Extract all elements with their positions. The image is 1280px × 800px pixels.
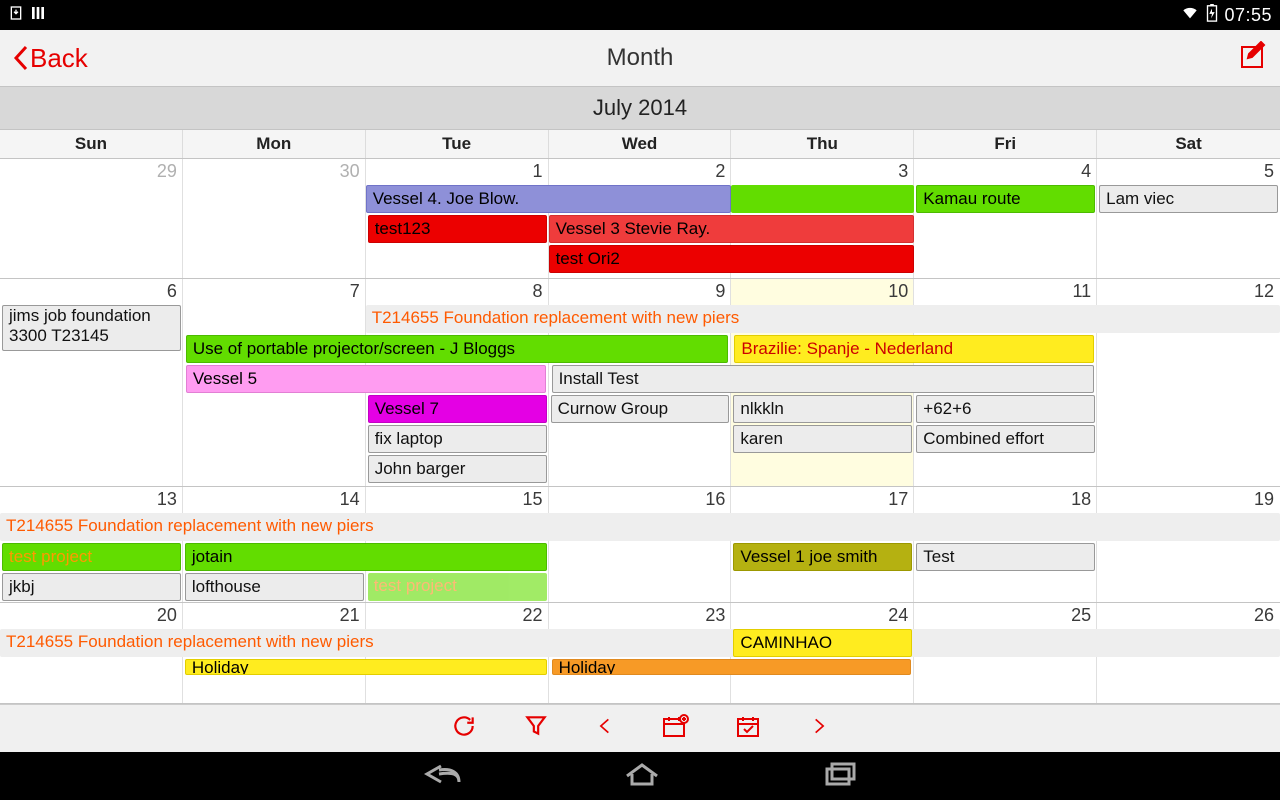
day-header-thu: Thu: [731, 130, 914, 158]
day-header-sun: Sun: [0, 130, 183, 158]
date-cell[interactable]: 16: [549, 487, 732, 510]
date-cell[interactable]: 30: [183, 159, 366, 182]
date-cell[interactable]: 3: [731, 159, 914, 182]
date-cell[interactable]: 2: [549, 159, 732, 182]
status-time: 07:55: [1224, 5, 1272, 26]
event[interactable]: test Ori2: [549, 245, 915, 273]
date-cell[interactable]: 18: [914, 487, 1097, 510]
date-cell[interactable]: 7: [183, 279, 366, 302]
date-cell[interactable]: 25: [914, 603, 1097, 626]
event[interactable]: jotain: [185, 543, 547, 571]
calendar-check-icon[interactable]: [735, 713, 763, 744]
event[interactable]: Curnow Group: [551, 395, 730, 423]
day-header-tue: Tue: [366, 130, 549, 158]
event[interactable]: Use of portable projector/screen - J Blo…: [186, 335, 729, 363]
event[interactable]: Holiday: [552, 659, 912, 675]
event[interactable]: [731, 185, 914, 213]
event[interactable]: Lam viec: [1099, 185, 1278, 213]
date-cell[interactable]: 22: [366, 603, 549, 626]
back-label: Back: [30, 43, 88, 74]
event[interactable]: karen: [733, 425, 912, 453]
date-cell[interactable]: 12: [1097, 279, 1280, 302]
date-cell[interactable]: 23: [549, 603, 732, 626]
date-cell[interactable]: 29: [0, 159, 183, 182]
event[interactable]: test123: [368, 215, 547, 243]
calendar-add-icon[interactable]: [661, 713, 689, 744]
event[interactable]: test project: [2, 543, 181, 571]
toolbar: [0, 704, 1280, 752]
day-header-sat: Sat: [1097, 130, 1280, 158]
date-cell[interactable]: 17: [731, 487, 914, 510]
date-cell[interactable]: 8: [366, 279, 549, 302]
event[interactable]: Vessel 1 joe smith: [733, 543, 912, 571]
event[interactable]: John barger: [368, 455, 547, 483]
battery-charging-icon: [1206, 4, 1218, 27]
back-button[interactable]: Back: [12, 43, 88, 74]
filter-icon[interactable]: [523, 713, 549, 744]
date-cell[interactable]: 6: [0, 279, 183, 302]
event[interactable]: Kamau route: [916, 185, 1095, 213]
date-cell[interactable]: 20: [0, 603, 183, 626]
compose-button[interactable]: [1238, 41, 1268, 76]
date-cell[interactable]: 26: [1097, 603, 1280, 626]
page-title: Month: [607, 44, 674, 72]
event[interactable]: T214655 Foundation replacement with new …: [0, 513, 1280, 541]
date-cell[interactable]: 5: [1097, 159, 1280, 182]
android-status-bar: 07:55: [0, 0, 1280, 30]
nav-recent-icon[interactable]: [821, 760, 859, 793]
event[interactable]: Brazilie: Spanje - Nederland: [734, 335, 1094, 363]
event[interactable]: T214655 Foundation replacement with new …: [0, 629, 1280, 657]
event[interactable]: Test: [916, 543, 1095, 571]
event[interactable]: Vessel 3 Stevie Ray.: [549, 215, 915, 243]
date-cell[interactable]: 11: [914, 279, 1097, 302]
date-cell[interactable]: 9: [549, 279, 732, 302]
event[interactable]: test project: [368, 573, 547, 601]
event[interactable]: +62+6: [916, 395, 1095, 423]
nav-home-icon[interactable]: [623, 760, 661, 793]
date-cell[interactable]: 10: [731, 279, 914, 302]
date-cell[interactable]: 1: [366, 159, 549, 182]
date-cell[interactable]: 13: [0, 487, 183, 510]
refresh-icon[interactable]: [451, 713, 477, 744]
date-cell[interactable]: 14: [183, 487, 366, 510]
nav-back-icon[interactable]: [421, 760, 463, 793]
android-nav-bar: [0, 752, 1280, 800]
calendar-grid[interactable]: 29 30 1 2 3 4 5 Vessel 4. Joe Blow. Kama…: [0, 159, 1280, 704]
event[interactable]: jims job foundation 3300 T23145: [2, 305, 181, 351]
event[interactable]: T214655 Foundation replacement with new …: [366, 305, 1280, 333]
event[interactable]: fix laptop: [368, 425, 547, 453]
month-title: July 2014: [0, 86, 1280, 130]
app-header: Back Month: [0, 30, 1280, 86]
event[interactable]: Vessel 4. Joe Blow.: [366, 185, 732, 213]
event[interactable]: Install Test: [552, 365, 1095, 393]
prev-icon[interactable]: [595, 713, 615, 744]
date-cell[interactable]: 15: [366, 487, 549, 510]
event[interactable]: Combined effort: [916, 425, 1095, 453]
event[interactable]: Vessel 7: [368, 395, 547, 423]
date-cell[interactable]: 24: [731, 603, 914, 626]
day-header-fri: Fri: [914, 130, 1097, 158]
event[interactable]: CAMINHAO: [733, 629, 912, 657]
download-icon: [8, 5, 24, 26]
date-cell[interactable]: 4: [914, 159, 1097, 182]
event[interactable]: lofthouse: [185, 573, 364, 601]
day-header-mon: Mon: [183, 130, 366, 158]
next-icon[interactable]: [809, 713, 829, 744]
event[interactable]: jkbj: [2, 573, 181, 601]
date-cell[interactable]: 19: [1097, 487, 1280, 510]
event[interactable]: nlkkln: [733, 395, 912, 423]
day-headers: Sun Mon Tue Wed Thu Fri Sat: [0, 130, 1280, 159]
wifi-icon: [1180, 5, 1200, 26]
day-header-wed: Wed: [549, 130, 732, 158]
apps-icon: [30, 5, 46, 26]
date-cell[interactable]: 21: [183, 603, 366, 626]
event[interactable]: Holiday: [185, 659, 547, 675]
event[interactable]: Vessel 5: [186, 365, 546, 393]
